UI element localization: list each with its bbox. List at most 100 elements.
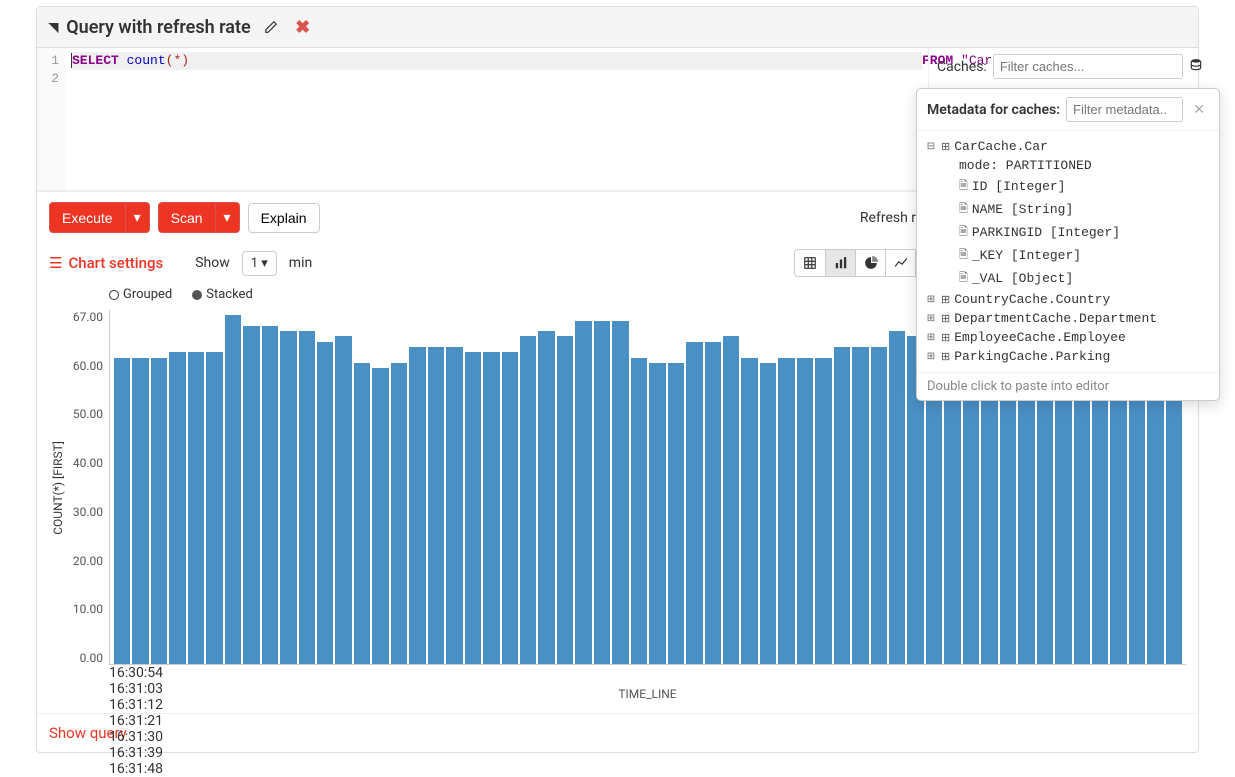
popover-close-icon[interactable]: ✕ xyxy=(1189,102,1209,118)
x-tick: 16:31:03 xyxy=(109,681,1186,697)
chart-bar[interactable] xyxy=(778,358,794,664)
chart-bar[interactable] xyxy=(502,352,518,664)
tree-column[interactable]: 🗎_VAL [Object] xyxy=(939,267,1215,290)
chart-bar[interactable] xyxy=(483,352,499,664)
scan-dropdown[interactable]: ▾ xyxy=(216,202,240,233)
chart-bar[interactable] xyxy=(409,347,425,664)
chart-bar[interactable] xyxy=(280,331,296,664)
chart-bar[interactable] xyxy=(428,347,444,664)
chart-bar[interactable] xyxy=(520,336,536,664)
x-tick: 16:30:54 xyxy=(109,665,1186,681)
table-icon: ⊞ xyxy=(941,293,950,307)
chart-bar[interactable] xyxy=(834,347,850,664)
chart-bar[interactable] xyxy=(446,347,462,664)
chart-bar[interactable] xyxy=(538,331,554,664)
tree-column[interactable]: 🗎ID [Integer] xyxy=(939,175,1215,198)
expand-icon[interactable]: ⊞ xyxy=(925,313,937,325)
chart-bar[interactable] xyxy=(169,352,185,664)
y-tick: 0.00 xyxy=(65,651,103,665)
chart-type-line-icon[interactable] xyxy=(885,250,915,276)
show-duration-dropdown[interactable]: 1 ▾ xyxy=(242,251,277,276)
tree-column[interactable]: 🗎PARKINGID [Integer] xyxy=(939,221,1215,244)
table-icon: ⊞ xyxy=(941,312,950,326)
execute-dropdown[interactable]: ▾ xyxy=(126,202,150,233)
chart-bar[interactable] xyxy=(797,358,813,664)
chart-bar[interactable] xyxy=(631,358,647,664)
legend-grouped[interactable]: Grouped xyxy=(109,287,172,302)
chart-bar[interactable] xyxy=(889,331,905,664)
chart-bar[interactable] xyxy=(852,347,868,664)
show-label: Show xyxy=(195,255,230,271)
code-content[interactable]: SELECT count(*)FROM "CarCache".Car xyxy=(65,48,928,190)
chart-bar[interactable] xyxy=(815,358,831,664)
chart-bar[interactable] xyxy=(391,363,407,664)
legend-stacked[interactable]: Stacked xyxy=(192,287,253,302)
metadata-filter-input[interactable] xyxy=(1066,97,1183,122)
chart-bar[interactable] xyxy=(705,342,721,664)
chart-bar[interactable] xyxy=(594,321,610,664)
chart-bar[interactable] xyxy=(132,358,148,664)
popover-footer: Double click to paste into editor xyxy=(917,372,1219,400)
chart-bar[interactable] xyxy=(206,352,222,664)
execute-split: Execute ▾ xyxy=(49,202,150,233)
x-tick: 16:31:21 xyxy=(109,713,1186,729)
x-axis: 16:30:5416:31:0316:31:1216:31:2116:31:30… xyxy=(109,665,1186,683)
file-icon: 🗎 xyxy=(959,246,968,265)
tree-cache[interactable]: ⊞⊞EmployeeCache.Employee xyxy=(921,328,1215,347)
chart-bar[interactable] xyxy=(317,342,333,664)
chart-bar[interactable] xyxy=(299,331,315,664)
tree-mode[interactable]: mode: PARTITIONED xyxy=(939,156,1215,175)
chart-bar[interactable] xyxy=(225,315,241,664)
explain-button[interactable]: Explain xyxy=(248,203,320,233)
y-tick: 67.00 xyxy=(65,310,103,324)
tree-column[interactable]: 🗎NAME [String] xyxy=(939,198,1215,221)
scan-split: Scan ▾ xyxy=(158,202,240,233)
chart-settings-link[interactable]: ☰ Chart settings xyxy=(49,254,163,272)
panel-header: ◥ Query with refresh rate ✖ xyxy=(37,7,1198,48)
chart-bar[interactable] xyxy=(557,336,573,664)
tree-cache[interactable]: ⊞⊞ParkingCache.Parking xyxy=(921,347,1215,366)
chart-bar[interactable] xyxy=(649,363,665,664)
chart-bar[interactable] xyxy=(871,347,887,664)
chart-type-pie-icon[interactable] xyxy=(855,250,885,276)
collapse-icon[interactable]: ◥ xyxy=(49,20,58,34)
expand-icon[interactable]: ⊞ xyxy=(925,294,937,306)
tree-column[interactable]: 🗎_KEY [Integer] xyxy=(939,244,1215,267)
collapse-icon[interactable]: ⊟ xyxy=(925,141,937,153)
caches-filter-input[interactable] xyxy=(993,54,1183,79)
chart-bar[interactable] xyxy=(114,358,130,664)
chart-bar[interactable] xyxy=(335,336,351,664)
chart-bar[interactable] xyxy=(741,358,757,664)
tree-cache[interactable]: ⊞⊞CountryCache.Country xyxy=(921,290,1215,309)
caches-label: Caches: xyxy=(937,59,987,75)
chart-bar[interactable] xyxy=(262,326,278,664)
tree-cache[interactable]: ⊞⊞DepartmentCache.Department xyxy=(921,309,1215,328)
edit-button[interactable] xyxy=(259,15,283,39)
chart-bar[interactable] xyxy=(372,368,388,664)
chart-bar[interactable] xyxy=(465,352,481,664)
file-icon: 🗎 xyxy=(959,269,968,288)
chart-bar[interactable] xyxy=(760,363,776,664)
sql-editor[interactable]: 1 2 SELECT count(*)FROM "CarCache".Car xyxy=(37,48,928,191)
expand-icon[interactable]: ⊞ xyxy=(925,351,937,363)
execute-button[interactable]: Execute xyxy=(49,202,126,233)
database-icon[interactable] xyxy=(1189,58,1203,76)
chart-bar[interactable] xyxy=(243,326,259,664)
chart-bar[interactable] xyxy=(151,358,167,664)
chart-bar[interactable] xyxy=(188,352,204,664)
y-tick: 10.00 xyxy=(65,602,103,616)
table-icon: ⊞ xyxy=(941,331,950,345)
chart-bar[interactable] xyxy=(686,342,702,664)
y-tick: 30.00 xyxy=(65,505,103,519)
tree-root[interactable]: ⊟ ⊞ CarCache.Car xyxy=(921,137,1215,156)
expand-icon[interactable]: ⊞ xyxy=(925,332,937,344)
chart-bar[interactable] xyxy=(723,336,739,664)
chart-type-bar-icon[interactable] xyxy=(825,250,855,276)
delete-button[interactable]: ✖ xyxy=(291,15,315,39)
chart-bar[interactable] xyxy=(668,363,684,664)
chart-bar[interactable] xyxy=(354,363,370,664)
chart-bar[interactable] xyxy=(612,321,628,664)
chart-bar[interactable] xyxy=(575,321,591,664)
chart-type-table-icon[interactable] xyxy=(795,250,825,276)
scan-button[interactable]: Scan xyxy=(158,202,216,233)
